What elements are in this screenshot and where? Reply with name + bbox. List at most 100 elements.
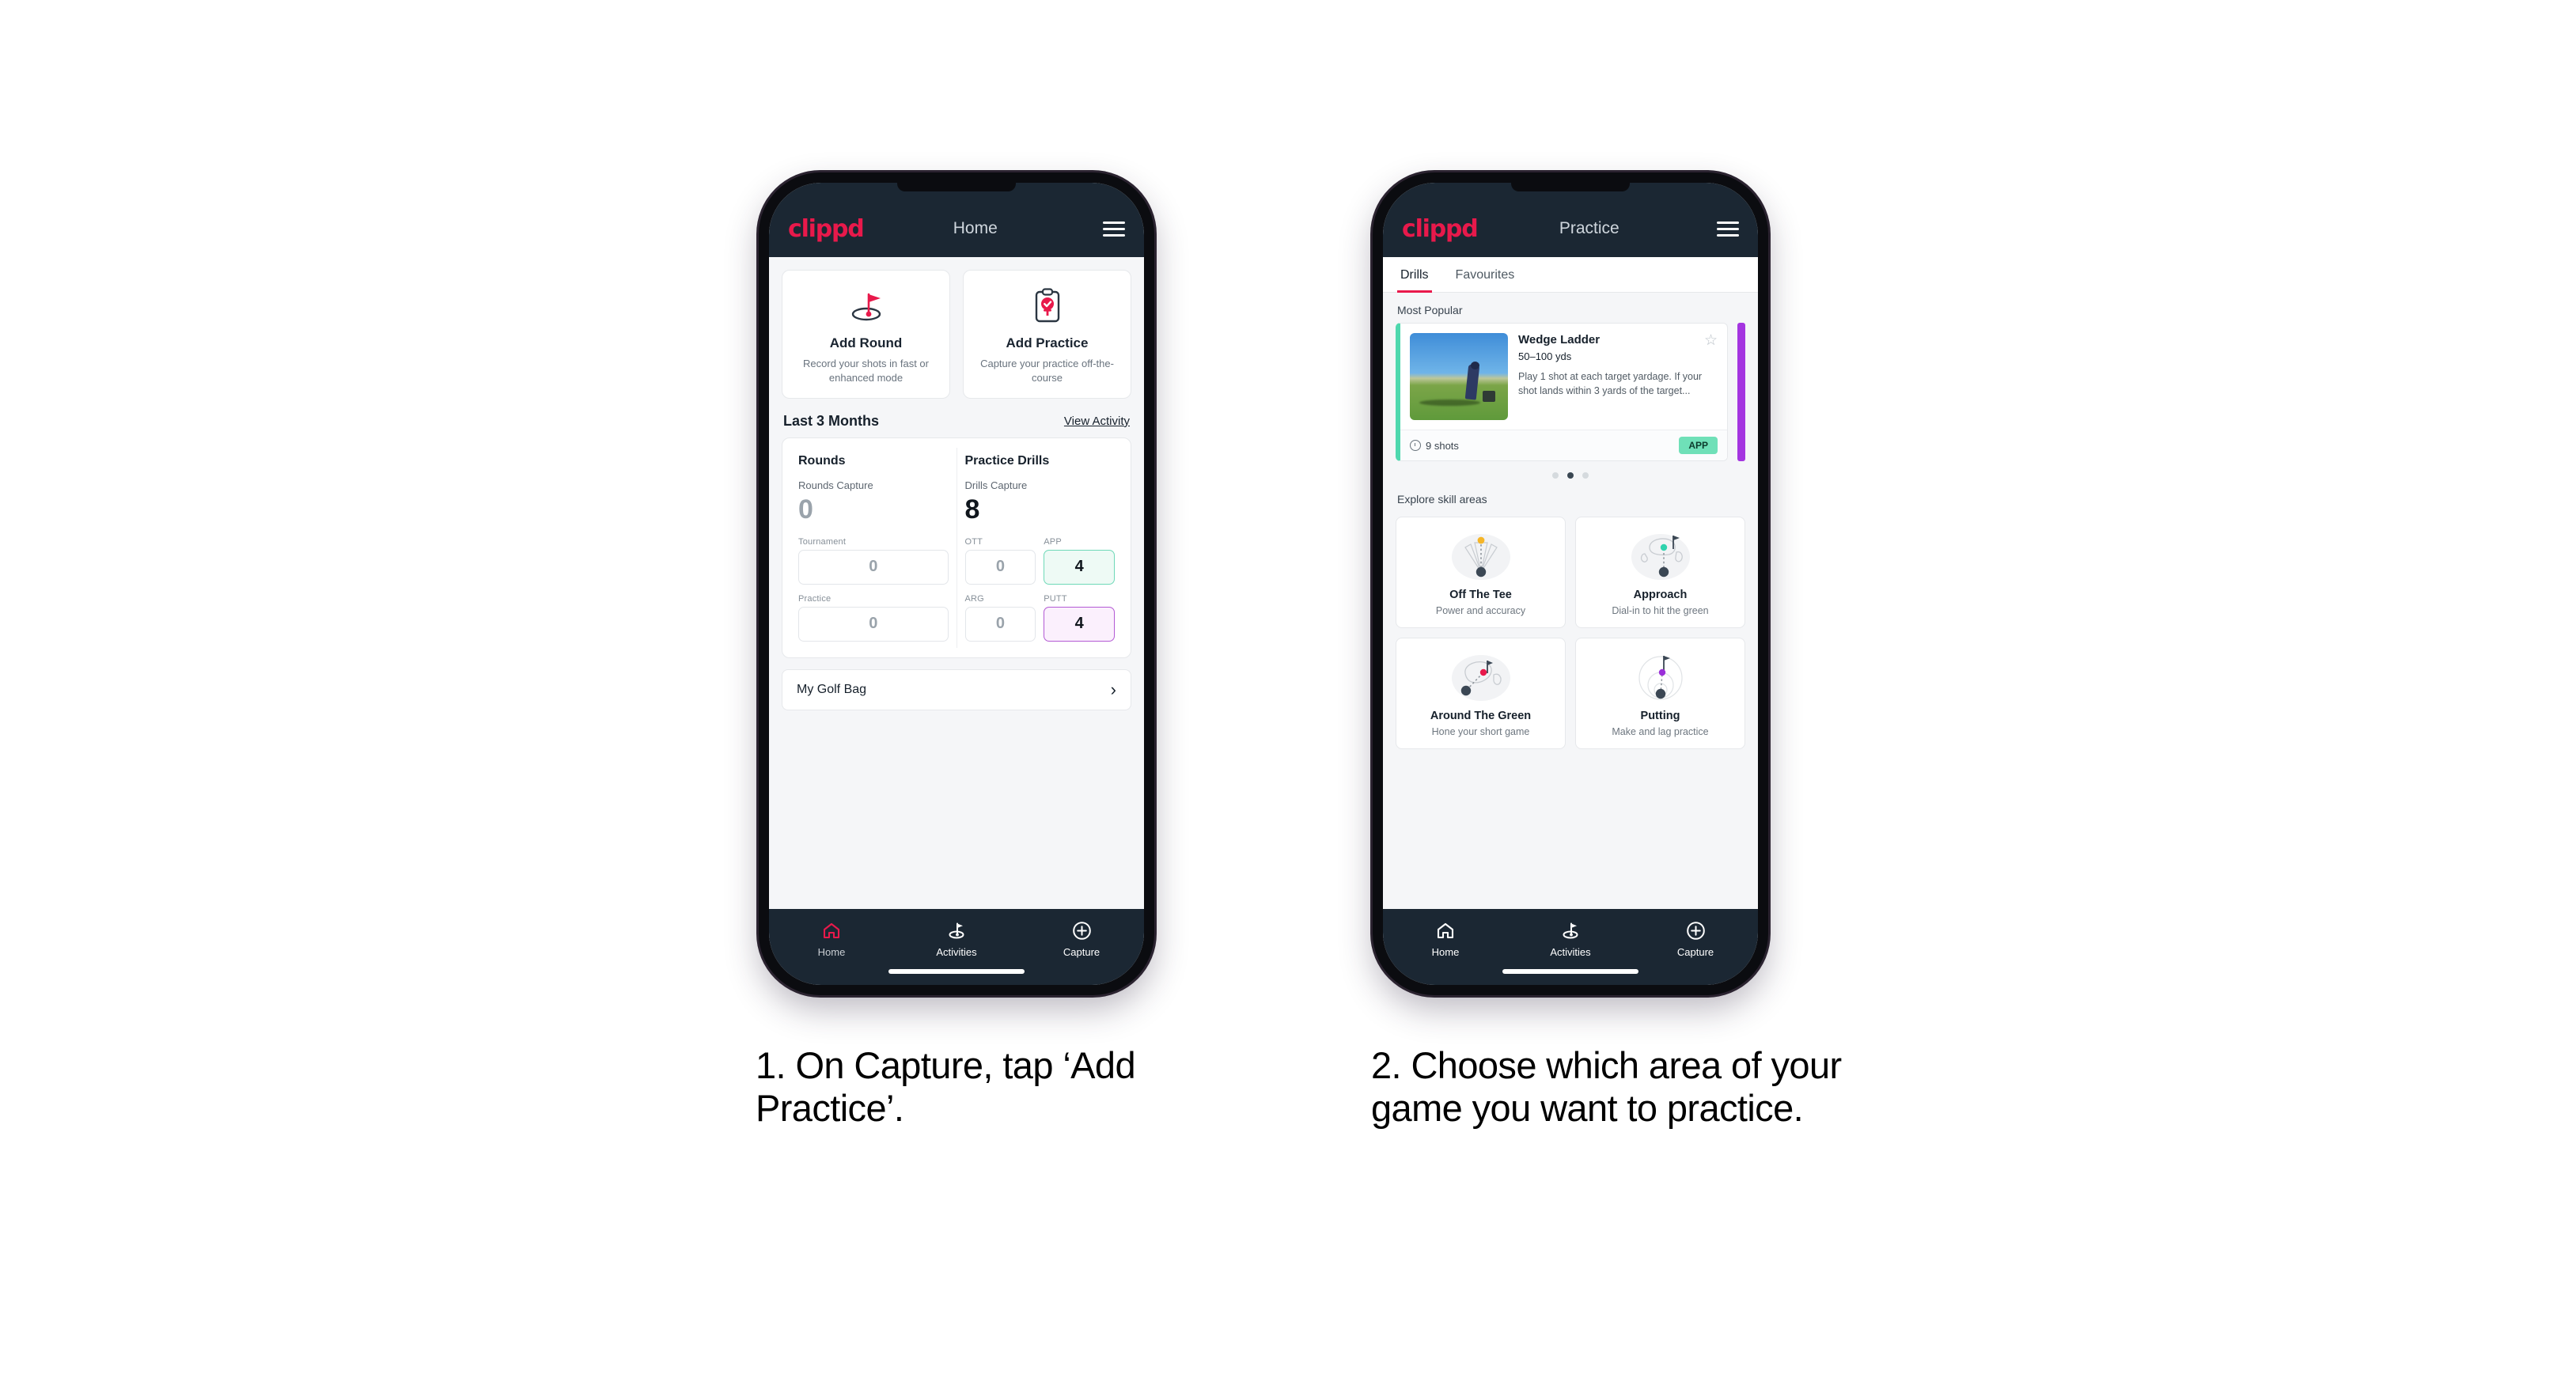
explore-skill-areas-title: Explore skill areas — [1397, 493, 1487, 506]
skill-card-off-the-tee[interactable]: Off The Tee Power and accuracy — [1396, 517, 1566, 628]
drills-app-label: APP — [1044, 536, 1062, 547]
skill-sub: Power and accuracy — [1435, 605, 1526, 616]
rounds-tournament-value[interactable]: 0 — [798, 549, 949, 585]
practice-tabs: Drills Favourites — [1383, 257, 1758, 293]
page-title: Practice — [1559, 219, 1619, 237]
caption-step-1: 1. On Capture, tap ‘Add Practice’. — [756, 1044, 1136, 1129]
rounds-practice-value[interactable]: 0 — [798, 606, 949, 642]
plus-circle-icon — [1019, 920, 1144, 941]
drills-ott-value[interactable]: 0 — [964, 549, 1036, 585]
nav-item-home[interactable]: Home — [1383, 920, 1508, 958]
off-the-tee-icon — [1403, 527, 1559, 585]
rounds-tournament: Tournament 0 — [798, 537, 949, 585]
phone-mockup-practice: clippd Practice Drills Favourites Most P… — [1373, 172, 1768, 995]
carousel-dot-active[interactable] — [1567, 472, 1574, 479]
tab-favourites[interactable]: Favourites — [1453, 257, 1518, 292]
star-outline-icon[interactable]: ☆ — [1704, 333, 1718, 348]
skill-sub: Hone your short game — [1431, 726, 1530, 737]
plus-circle-icon — [1633, 920, 1758, 941]
add-practice-title: Add Practice — [1006, 335, 1089, 350]
golf-flag-icon — [1508, 920, 1633, 941]
drill-yardage: 50–100 yds — [1518, 350, 1572, 362]
drills-capture-value: 8 — [964, 494, 980, 524]
phone2-bottom-nav: Home Activities Capture — [1383, 909, 1758, 985]
add-round-card[interactable]: Add Round Record your shots in fast or e… — [782, 270, 950, 399]
drill-shots-label: 9 shots — [1426, 439, 1459, 452]
stats-card: Rounds Rounds Capture 0 Tournament 0 Pra… — [782, 437, 1131, 658]
drills-putt-label: PUTT — [1044, 593, 1067, 604]
hamburger-icon[interactable] — [1717, 221, 1739, 237]
drills-breakdown: OTT 0 APP 4 ARG 0 PUTT 4 — [964, 536, 1115, 642]
most-popular-title: Most Popular — [1397, 304, 1463, 316]
clipboard-check-icon — [972, 285, 1123, 328]
caption-step-2: 2. Choose which area of your game you wa… — [1371, 1044, 1842, 1129]
clock-icon — [1410, 440, 1421, 451]
drill-top: Wedge Ladder ☆ 50–100 yds Play 1 shot at… — [1400, 324, 1727, 430]
rounds-practice-label: Practice — [798, 593, 832, 604]
add-round-title: Add Round — [829, 335, 903, 350]
hamburger-icon[interactable] — [1103, 221, 1125, 237]
nav-label-capture: Capture — [1676, 946, 1714, 958]
drills-arg: ARG 0 — [964, 593, 1036, 642]
rounds-capture-label: Rounds Capture — [798, 479, 873, 491]
nav-item-capture[interactable]: Capture — [1019, 920, 1144, 958]
drills-putt-value[interactable]: 4 — [1044, 606, 1115, 642]
nav-item-activities[interactable]: Activities — [1508, 920, 1633, 958]
drills-column: Practice Drills Drills Capture 8 OTT 0 A… — [956, 447, 1123, 648]
skill-name: Approach — [1633, 589, 1688, 601]
drills-arg-label: ARG — [964, 593, 984, 604]
quick-actions: Add Round Record your shots in fast or e… — [769, 257, 1144, 399]
add-practice-card[interactable]: Add Practice Capture your practice off-t… — [963, 270, 1131, 399]
page-root: clippd Home Add Round Record your shots … — [0, 0, 2576, 1386]
phone1-bottom-nav: Home Activities Capture — [769, 909, 1144, 985]
tab-drills[interactable]: Drills — [1397, 257, 1432, 293]
skill-areas-grid: Off The Tee Power and accuracy Approach … — [1383, 512, 1758, 749]
phone2-screen: clippd Practice Drills Favourites Most P… — [1383, 183, 1758, 985]
drill-card-wedge-ladder[interactable]: Wedge Ladder ☆ 50–100 yds Play 1 shot at… — [1396, 323, 1728, 461]
skill-card-putting[interactable]: Putting Make and lag practice — [1575, 638, 1745, 749]
drills-capture-label: Drills Capture — [964, 479, 1028, 491]
phone-notch — [897, 183, 1016, 191]
skill-sub: Dial-in to hit the green — [1612, 605, 1709, 616]
rounds-breakdown: Tournament 0 Practice 0 — [798, 537, 949, 642]
rounds-practice: Practice 0 — [798, 594, 949, 642]
rounds-title: Rounds — [798, 453, 846, 468]
home-icon — [769, 920, 894, 941]
drill-name: Wedge Ladder — [1518, 333, 1601, 346]
skill-name: Off The Tee — [1449, 589, 1512, 601]
golf-flag-icon — [894, 920, 1019, 941]
drills-title: Practice Drills — [964, 453, 1050, 468]
drill-footer: 9 shots APP — [1400, 430, 1727, 460]
carousel-dot[interactable] — [1552, 472, 1559, 479]
drills-ott: OTT 0 — [964, 537, 1036, 585]
drill-thumbnail — [1410, 333, 1508, 420]
phone2-app-header: clippd Practice — [1383, 183, 1758, 257]
my-golf-bag-row[interactable]: My Golf Bag › — [782, 668, 1131, 710]
skill-card-approach[interactable]: Approach Dial-in to hit the green — [1575, 517, 1745, 628]
home-icon — [1383, 920, 1508, 941]
add-round-subtitle: Record your shots in fast or enhanced mo… — [803, 358, 929, 384]
drill-meta: Wedge Ladder ☆ 50–100 yds Play 1 shot at… — [1518, 333, 1718, 420]
nav-item-capture[interactable]: Capture — [1633, 920, 1758, 958]
nav-label-capture: Capture — [1063, 946, 1100, 958]
add-practice-subtitle: Capture your practice off-the-course — [980, 358, 1114, 384]
drills-arg-value[interactable]: 0 — [964, 606, 1036, 642]
next-drill-card-peek[interactable] — [1737, 323, 1745, 461]
home-indicator — [888, 969, 1025, 974]
nav-item-activities[interactable]: Activities — [894, 920, 1019, 958]
drill-carousel[interactable]: Wedge Ladder ☆ 50–100 yds Play 1 shot at… — [1383, 323, 1758, 461]
carousel-dots — [1383, 461, 1758, 482]
phone1-content: Add Round Record your shots in fast or e… — [769, 257, 1144, 909]
drill-category-badge: APP — [1679, 437, 1718, 454]
phone-mockup-home: clippd Home Add Round Record your shots … — [759, 172, 1154, 995]
carousel-dot[interactable] — [1582, 472, 1589, 479]
approach-icon — [1582, 527, 1738, 585]
rounds-tournament-label: Tournament — [798, 536, 847, 547]
nav-label-activities: Activities — [936, 946, 977, 958]
nav-item-home[interactable]: Home — [769, 920, 894, 958]
drills-app-value[interactable]: 4 — [1044, 549, 1115, 585]
skill-card-around-the-green[interactable]: Around The Green Hone your short game — [1396, 638, 1566, 749]
section-title: Last 3 Months — [783, 412, 880, 429]
golf-flag-icon — [790, 285, 941, 328]
view-activity-link[interactable]: View Activity — [1064, 415, 1130, 428]
